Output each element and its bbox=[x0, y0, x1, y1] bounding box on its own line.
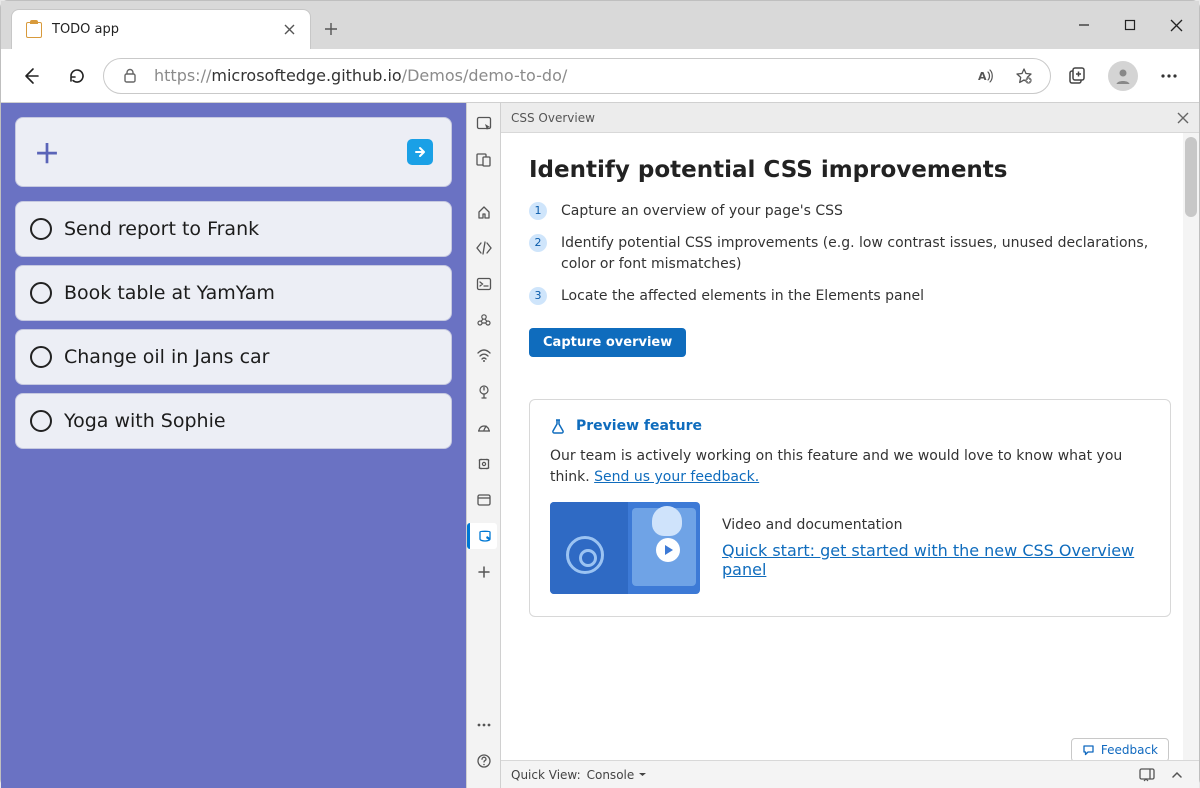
preview-feature-box: Preview feature Our team is actively wor… bbox=[529, 399, 1171, 617]
step-item: 3 Locate the affected elements in the Ele… bbox=[529, 286, 1171, 306]
back-button[interactable] bbox=[11, 56, 51, 96]
new-tab-button[interactable] bbox=[311, 9, 351, 49]
address-bar[interactable]: https://microsoftedge.github.io/Demos/de… bbox=[103, 58, 1051, 94]
video-doc-heading: Video and documentation bbox=[722, 517, 1150, 533]
panel-headline: Identify potential CSS improvements bbox=[529, 157, 1171, 183]
window-maximize-button[interactable] bbox=[1107, 1, 1153, 49]
refresh-button[interactable] bbox=[57, 56, 97, 96]
todo-checkbox[interactable] bbox=[30, 410, 52, 432]
step-text: Capture an overview of your page's CSS bbox=[561, 201, 843, 221]
flask-icon bbox=[550, 418, 566, 434]
panel-header: CSS Overview bbox=[501, 103, 1199, 133]
video-doc-row: Video and documentation Quick start: get… bbox=[550, 502, 1150, 594]
dock-side-icon[interactable] bbox=[1135, 763, 1159, 787]
window-titlebar: TODO app bbox=[1, 1, 1199, 49]
window-close-button[interactable] bbox=[1153, 1, 1199, 49]
css-overview-tool-icon[interactable] bbox=[467, 523, 497, 549]
quickview-dropdown[interactable]: Console bbox=[587, 768, 648, 782]
panel-close-icon[interactable] bbox=[1177, 112, 1189, 124]
network-tool-icon[interactable] bbox=[469, 343, 499, 369]
scroll-thumb[interactable] bbox=[1185, 137, 1197, 217]
steps-list: 1Capture an overview of your page's CSS … bbox=[529, 201, 1171, 306]
welcome-tool-icon[interactable] bbox=[469, 199, 499, 225]
todo-label: Send report to Frank bbox=[64, 218, 259, 240]
preview-text: Our team is actively working on this fea… bbox=[550, 446, 1150, 488]
performance-tool-icon[interactable] bbox=[469, 379, 499, 405]
tab-title: TODO app bbox=[52, 22, 272, 37]
devtools-panel: CSS Overview Identify potential CSS impr… bbox=[501, 103, 1199, 788]
todo-label: Change oil in Jans car bbox=[64, 346, 270, 368]
elements-tool-icon[interactable] bbox=[469, 235, 499, 261]
svg-text:A: A bbox=[978, 70, 987, 83]
inspect-icon[interactable] bbox=[469, 111, 499, 137]
step-number: 2 bbox=[529, 234, 547, 252]
capture-overview-button[interactable]: Capture overview bbox=[529, 328, 686, 357]
todo-item[interactable]: Send report to Frank bbox=[15, 201, 452, 257]
devtools-more-icon[interactable] bbox=[469, 712, 499, 738]
sources-tool-icon[interactable] bbox=[469, 307, 499, 333]
browser-toolbar: https://microsoftedge.github.io/Demos/de… bbox=[1, 49, 1199, 103]
more-tools-icon[interactable] bbox=[469, 559, 499, 585]
device-emulation-icon[interactable] bbox=[469, 147, 499, 173]
video-thumbnail[interactable] bbox=[550, 502, 700, 594]
browser-tab[interactable]: TODO app bbox=[11, 9, 311, 49]
quickview-label: Quick View: bbox=[511, 768, 581, 782]
feedback-label: Feedback bbox=[1101, 743, 1158, 757]
chevron-down-icon bbox=[638, 770, 647, 779]
profile-avatar[interactable] bbox=[1103, 56, 1143, 96]
collections-icon[interactable] bbox=[1057, 56, 1097, 96]
step-number: 1 bbox=[529, 202, 547, 220]
tab-favicon bbox=[26, 22, 42, 38]
site-info-icon[interactable] bbox=[116, 62, 144, 90]
devtools-activity-bar bbox=[466, 103, 501, 788]
panel-body: Identify potential CSS improvements 1 Cap… bbox=[501, 133, 1199, 760]
read-aloud-icon[interactable]: A bbox=[972, 62, 1000, 90]
todo-item[interactable]: Change oil in Jans car bbox=[15, 329, 452, 385]
devtools-help-icon[interactable] bbox=[469, 748, 499, 774]
preview-badge: Preview feature bbox=[550, 418, 1150, 434]
favorites-icon[interactable] bbox=[1010, 62, 1038, 90]
send-feedback-link[interactable]: Send us your feedback. bbox=[594, 469, 759, 485]
todo-checkbox[interactable] bbox=[30, 218, 52, 240]
feedback-icon bbox=[1082, 744, 1095, 757]
url-text: https://microsoftedge.github.io/Demos/de… bbox=[154, 66, 962, 85]
quick-view-bar: Quick View: Console bbox=[501, 760, 1199, 788]
todo-list: Send report to Frank Book table at YamYa… bbox=[15, 201, 452, 449]
step-item: 1 Capture an overview of your page's CSS bbox=[529, 201, 1171, 221]
chevron-up-icon[interactable] bbox=[1165, 763, 1189, 787]
console-tool-icon[interactable] bbox=[469, 271, 499, 297]
more-menu-icon[interactable] bbox=[1149, 56, 1189, 96]
todo-app-pane: ＋ Send report to Frank Book table at Yam… bbox=[1, 103, 466, 788]
step-number: 3 bbox=[529, 287, 547, 305]
scrollbar[interactable] bbox=[1183, 133, 1199, 760]
security-tool-icon[interactable] bbox=[469, 487, 499, 513]
todo-label: Book table at YamYam bbox=[64, 282, 275, 304]
todo-label: Yoga with Sophie bbox=[64, 410, 226, 432]
step-text: Locate the affected elements in the Elem… bbox=[561, 286, 924, 306]
add-todo-card[interactable]: ＋ bbox=[15, 117, 452, 187]
todo-item[interactable]: Book table at YamYam bbox=[15, 265, 452, 321]
application-tool-icon[interactable] bbox=[469, 451, 499, 477]
panel-title: CSS Overview bbox=[511, 111, 595, 125]
preview-badge-text: Preview feature bbox=[576, 418, 702, 434]
todo-checkbox[interactable] bbox=[30, 346, 52, 368]
close-tab-icon[interactable] bbox=[282, 23, 296, 37]
memory-tool-icon[interactable] bbox=[469, 415, 499, 441]
play-icon bbox=[656, 538, 680, 562]
todo-item[interactable]: Yoga with Sophie bbox=[15, 393, 452, 449]
plus-icon: ＋ bbox=[34, 134, 60, 171]
quick-start-link[interactable]: Quick start: get started with the new CS… bbox=[722, 541, 1150, 579]
step-text: Identify potential CSS improvements (e.g… bbox=[561, 233, 1171, 274]
window-minimize-button[interactable] bbox=[1061, 1, 1107, 49]
todo-checkbox[interactable] bbox=[30, 282, 52, 304]
submit-todo-button[interactable] bbox=[407, 139, 433, 165]
feedback-button[interactable]: Feedback bbox=[1071, 738, 1169, 760]
step-item: 2 Identify potential CSS improvements (e.… bbox=[529, 233, 1171, 274]
